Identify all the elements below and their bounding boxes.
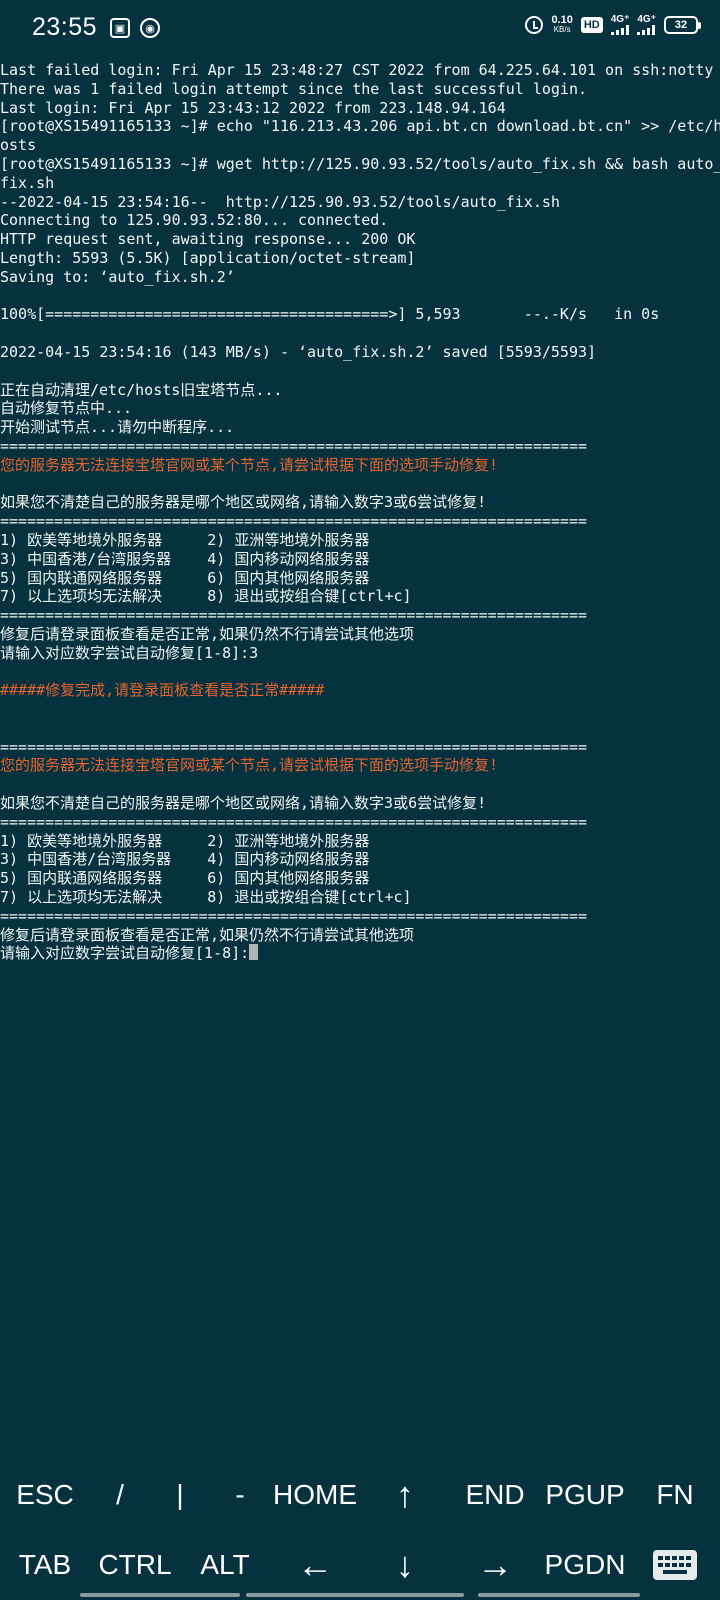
terminal-line: Saving to: ‘auto_fix.sh.2’ [0,267,235,286]
terminal-line: 您的服务器无法连接宝塔官网或某个节点,请尝试根据下面的选项手动修复! [0,455,499,474]
net-speed-unit: KB/s [553,25,571,34]
arrow-down-key[interactable]: ↓ [360,1530,450,1600]
terminal-view[interactable]: Last failed login: Fri Apr 15 23:48:27 C… [0,61,720,1461]
terminal-line: 1) 欧美等地境外服务器 2) 亚洲等地境外服务器 [0,831,370,850]
terminal-line: 7) 以上选项均无法解决 8) 退出或按组合键[ctrl+c] [0,587,412,606]
net-speed: 0.10 KB/s [551,15,572,35]
pgdn-key[interactable]: PGDN [535,1530,635,1600]
terminal-line: 修复后请登录面板查看是否正常,如果仍然不行请尝试其他选项 [0,925,415,944]
terminal-line: 正在自动清理/etc/hosts旧宝塔节点... [0,380,283,399]
terminal-line: #####修复完成,请登录面板查看是否正常##### [0,681,325,700]
arrow-right-key[interactable]: → [450,1530,540,1600]
terminal-line: 5) 国内联通网络服务器 6) 国内其他网络服务器 [0,869,370,888]
extra-keys-bar: ESC / | - HOME ↑ END PGUP FN TAB CTRL AL… [0,1460,720,1600]
fn-key[interactable]: FN [630,1460,720,1530]
terminal-line: 3) 中国香港/台湾服务器 4) 国内移动网络服务器 [0,549,370,568]
terminal-line: ========================================… [0,606,587,625]
terminal-line: 5) 国内联通网络服务器 6) 国内其他网络服务器 [0,568,370,587]
terminal-line: Last login: Fri Apr 15 23:43:12 2022 fro… [0,98,506,117]
extra-keys-row-2: TAB CTRL ALT ← ↓ → PGDN [0,1530,720,1600]
battery-icon: 32 [664,16,701,34]
sim2-label: 4G⁺ [637,14,656,25]
notification-icons: ▣ ◉ [110,18,160,38]
terminal-line: osts [0,136,37,155]
keyboard-icon [653,1550,697,1580]
net-speed-value: 0.10 [551,14,573,26]
nav-hint-right [478,1593,640,1597]
terminal-line: 自动修复节点中... [0,399,133,418]
terminal-line: [root@XS15491165133 ~]# echo "116.213.43… [0,117,720,136]
terminal-line: ========================================… [0,436,587,455]
terminal-prompt-line[interactable]: 请输入对应数字尝试自动修复[1-8]: [0,944,720,963]
terminal-line: HTTP request sent, awaiting response... … [0,230,416,249]
terminal-line: 修复后请登录面板查看是否正常,如果仍然不行请尝试其他选项 [0,624,415,643]
terminal-line: 100%[===================================… [0,305,660,324]
sim2-signal-icon: 4G⁺ [637,15,656,35]
terminal-line: fix.sh [0,173,55,192]
terminal-line: 开始测试节点...请勿中断程序... [0,418,235,437]
terminal-line: ========================================… [0,812,587,831]
nav-hint-left [80,1593,240,1597]
keyboard-toggle-button[interactable] [630,1530,720,1600]
arrow-left-key[interactable]: ← [270,1530,360,1600]
battery-level: 32 [674,19,688,31]
hd-voice-icon: HD [580,17,603,33]
end-key[interactable]: END [450,1460,540,1530]
pgup-key[interactable]: PGUP [535,1460,635,1530]
terminal-line: 如果您不清楚自己的服务器是哪个地区或网络,请输入数字3或6尝试修复! [0,493,487,512]
esc-key[interactable]: ESC [0,1460,90,1530]
terminal-line: ========================================… [0,512,587,531]
terminal-cursor [249,944,259,961]
terminal-line: 2022-04-15 23:54:16 (143 MB/s) - ‘auto_f… [0,342,597,361]
nav-hint-center [246,1593,464,1597]
terminal-line: 7) 以上选项均无法解决 8) 退出或按组合键[ctrl+c] [0,888,412,907]
terminal-line: --2022-04-15 23:54:16-- http://125.90.93… [0,192,560,211]
terminal-line: 您的服务器无法连接宝塔官网或某个节点,请尝试根据下面的选项手动修复! [0,756,499,775]
app-notification-icon: ◉ [140,18,160,38]
status-right-icons: 0.10 KB/s HD 4G⁺ 4G⁺ 32 [525,14,701,35]
terminal-line: ========================================… [0,906,587,925]
terminal-line: ========================================… [0,737,587,756]
sim1-signal-icon: 4G⁺ [610,14,630,35]
ctrl-key[interactable]: CTRL [90,1530,180,1600]
image-notification-icon: ▣ [110,18,130,38]
tab-key[interactable]: TAB [0,1530,90,1600]
terminal-line: 如果您不清楚自己的服务器是哪个地区或网络,请输入数字3或6尝试修复! [0,794,487,813]
terminal-line: 请输入对应数字尝试自动修复[1-8]:3 [0,643,259,662]
alarm-icon [525,16,544,34]
extra-keys-row-1: ESC / | - HOME ↑ END PGUP FN [0,1460,720,1530]
terminal-line: 1) 欧美等地境外服务器 2) 亚洲等地境外服务器 [0,530,370,549]
terminal-line: 3) 中国香港/台湾服务器 4) 国内移动网络服务器 [0,850,370,869]
terminal-line: Last failed login: Fri Apr 15 23:48:27 C… [0,61,714,79]
sim1-label: 4G⁺ [610,14,630,25]
terminal-line: There was 1 failed login attempt since t… [0,79,587,98]
terminal-line: [root@XS15491165133 ~]# wget http://125.… [0,154,720,173]
terminal-line: Length: 5593 (5.5K) [application/octet-s… [0,248,416,267]
prompt-text: 请输入对应数字尝试自动修复[1-8]: [0,944,250,963]
arrow-up-key[interactable]: ↑ [360,1460,450,1530]
alt-key[interactable]: ALT [180,1530,270,1600]
terminal-line: Connecting to 125.90.93.52:80... connect… [0,211,389,230]
home-key[interactable]: HOME [260,1460,370,1530]
status-time: 23:55 [32,13,98,41]
status-bar: 23:55 ▣ ◉ 0.10 KB/s HD 4G⁺ 4G⁺ 32 [0,0,720,58]
